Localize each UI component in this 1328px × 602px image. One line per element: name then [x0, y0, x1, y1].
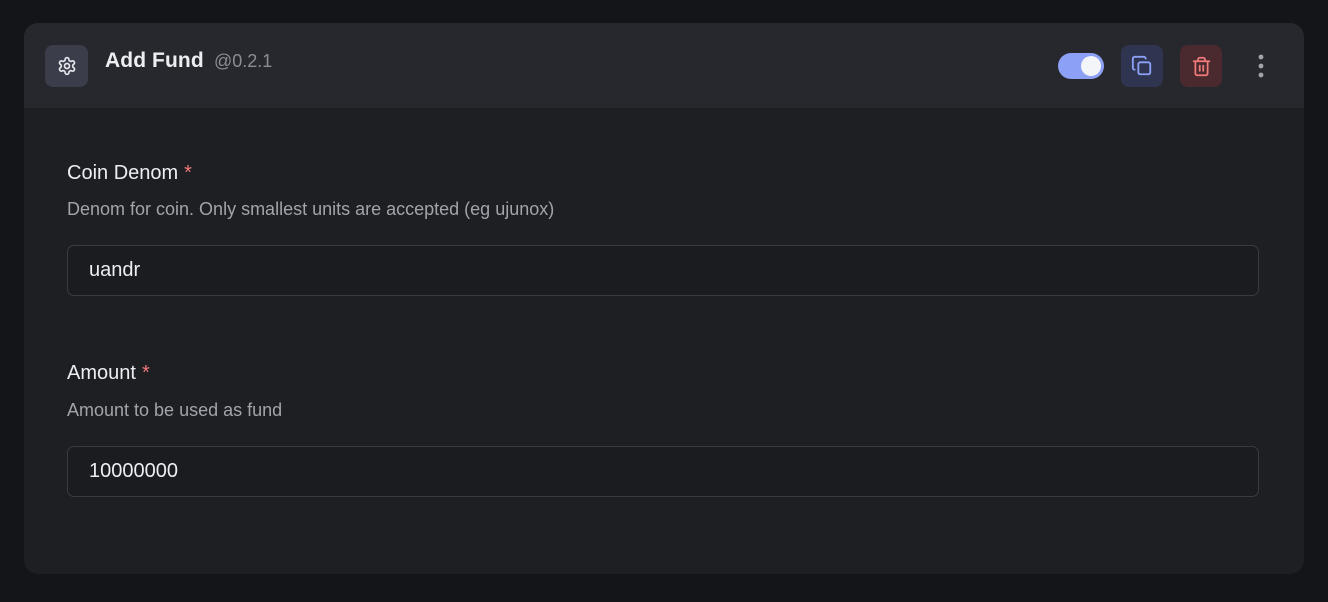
card-header: Add Fund @0.2.1: [24, 23, 1304, 108]
toggle-knob: [1081, 56, 1101, 76]
coin-denom-input[interactable]: [67, 245, 1259, 296]
more-options-button[interactable]: [1250, 49, 1272, 83]
duplicate-button[interactable]: [1121, 45, 1163, 87]
more-vertical-icon: [1258, 54, 1264, 78]
required-indicator: *: [141, 362, 150, 384]
enable-toggle[interactable]: [1058, 53, 1104, 79]
trash-icon: [1191, 56, 1212, 77]
add-fund-card: Add Fund @0.2.1 Coin Denom * Denom for c…: [24, 23, 1304, 574]
amount-input[interactable]: [67, 446, 1259, 497]
amount-label: Amount *: [67, 362, 150, 385]
coin-denom-label: Coin Denom *: [67, 162, 192, 185]
settings-button[interactable]: [45, 45, 88, 87]
coin-denom-label-text: Coin Denom: [67, 162, 179, 184]
amount-help: Amount to be used as fund: [67, 400, 283, 420]
amount-label-text: Amount: [67, 362, 136, 384]
coin-denom-help: Denom for coin. Only smallest units are …: [67, 199, 555, 219]
required-indicator: *: [184, 162, 192, 184]
version-label: @0.2.1: [214, 51, 273, 71]
page-title: Add Fund: [105, 49, 204, 72]
delete-button[interactable]: [1180, 45, 1222, 87]
copy-icon: [1131, 55, 1153, 77]
gear-icon: [57, 56, 77, 76]
